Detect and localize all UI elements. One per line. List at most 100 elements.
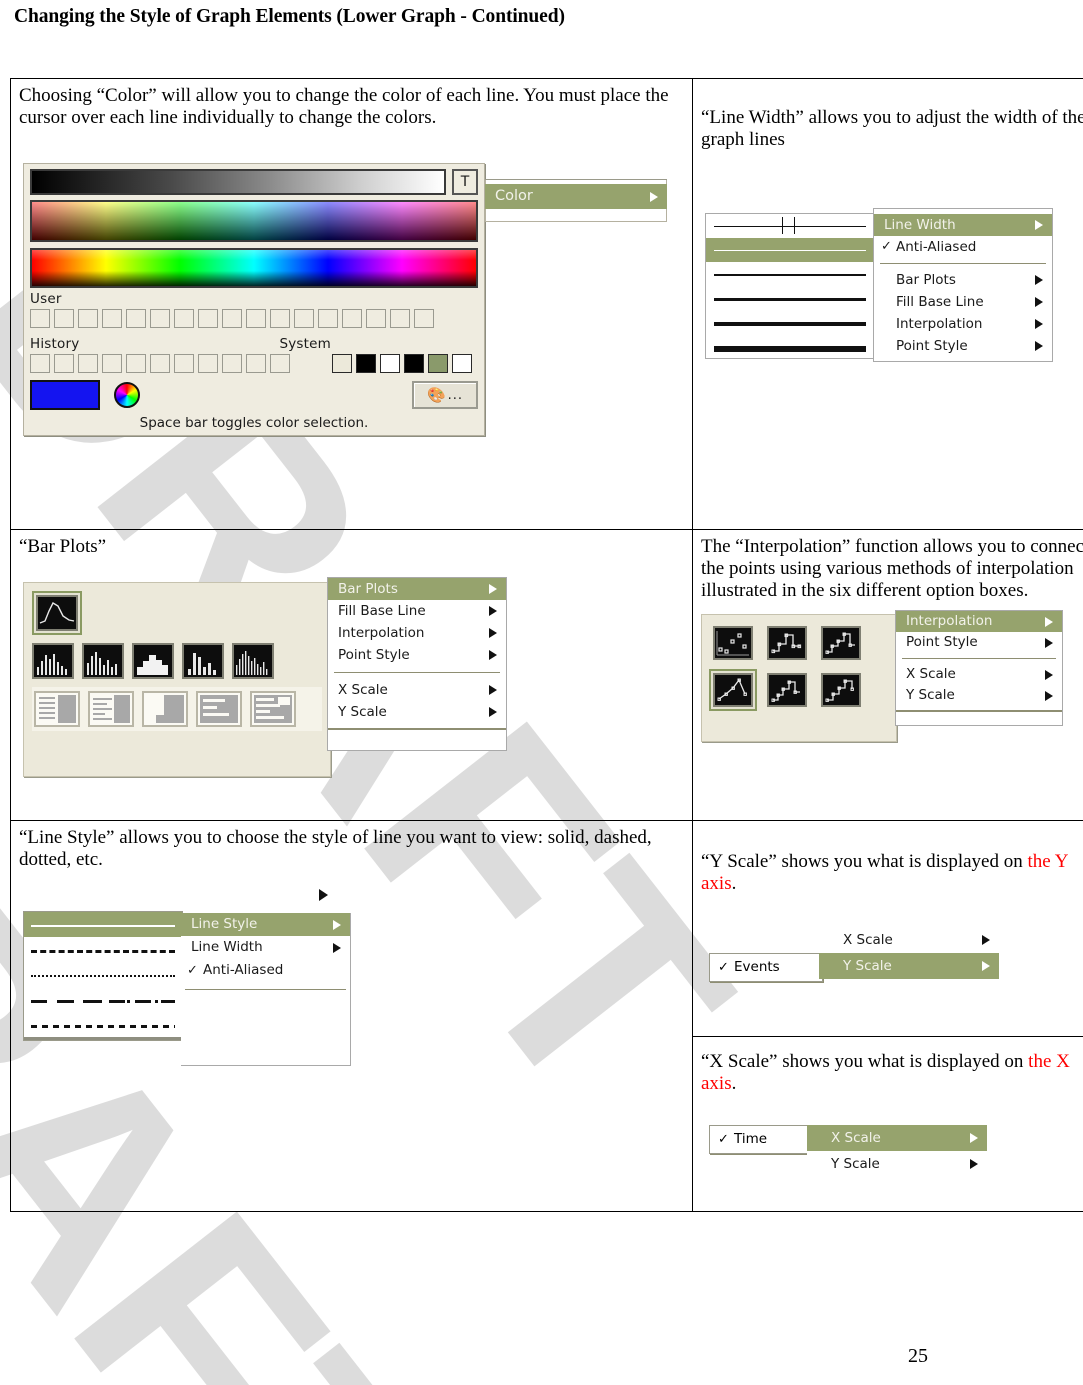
history-swatch[interactable]: [30, 354, 50, 374]
line-width-option[interactable]: [706, 310, 874, 334]
line-style-option-dashed[interactable]: [24, 937, 182, 962]
menu-item-y-scale[interactable]: Y Scale: [328, 701, 506, 723]
line-width-option[interactable]: [706, 334, 874, 358]
history-swatch[interactable]: [174, 354, 194, 374]
user-swatch[interactable]: [366, 309, 386, 329]
more-colors-button[interactable]: 🎨 ...: [412, 381, 478, 410]
history-swatch-row[interactable]: [30, 354, 290, 374]
menu-item-point-style[interactable]: Point Style: [328, 644, 506, 666]
icon-wrapper[interactable]: [709, 622, 757, 664]
hue-gradient-bar[interactable]: [30, 248, 478, 289]
line-width-option[interactable]: [706, 214, 874, 238]
fill-stack-icon[interactable]: [250, 691, 296, 728]
plot-line-icon[interactable]: [36, 595, 78, 632]
user-swatch[interactable]: [414, 309, 434, 329]
bar-plots-icon-palette[interactable]: [23, 582, 331, 778]
current-color-swatch[interactable]: [30, 380, 100, 411]
menu-item-x-scale[interactable]: X Scale: [328, 679, 506, 701]
user-swatch[interactable]: [390, 309, 410, 329]
menu-item-y-scale[interactable]: Y Scale: [819, 953, 999, 980]
system-swatch[interactable]: [404, 354, 424, 374]
grayscale-gradient-bar[interactable]: [30, 169, 446, 196]
menu-item-line-width[interactable]: Line Width: [874, 214, 1052, 237]
user-swatch[interactable]: [30, 309, 50, 329]
menu-item-bar-plots[interactable]: Bar Plots: [874, 269, 1052, 291]
icon-wrapper[interactable]: [763, 669, 811, 711]
history-swatch[interactable]: [150, 354, 170, 374]
icon-wrapper[interactable]: [817, 622, 865, 664]
interp-stair-down-icon[interactable]: [767, 673, 807, 708]
transparent-button[interactable]: T: [452, 169, 478, 196]
events-submenu[interactable]: ✓ Events: [709, 953, 823, 983]
fill-left-icon[interactable]: [34, 691, 80, 728]
menu-item-anti-aliased[interactable]: ✓ Anti-Aliased: [181, 959, 350, 982]
history-swatch[interactable]: [54, 354, 74, 374]
user-swatch-row[interactable]: [30, 309, 478, 329]
menu-item-point-style[interactable]: Point Style: [874, 335, 1052, 357]
bar-filled-icon[interactable]: [132, 643, 174, 680]
icon-wrapper-selected[interactable]: [709, 669, 757, 712]
time-submenu[interactable]: ✓ Time: [709, 1124, 811, 1154]
interp-linear-icon[interactable]: [713, 673, 753, 708]
color-picker-panel[interactable]: T User History System 🎨 ... Space bar to…: [23, 163, 485, 437]
system-swatch[interactable]: [380, 354, 400, 374]
history-swatch[interactable]: [270, 354, 290, 374]
user-swatch[interactable]: [294, 309, 314, 329]
user-swatch[interactable]: [126, 309, 146, 329]
menu-item-x-scale[interactable]: X Scale: [819, 927, 999, 954]
color-wheel-icon[interactable]: [114, 382, 140, 409]
menu-item-interpolation[interactable]: Interpolation: [328, 622, 506, 644]
user-swatch[interactable]: [102, 309, 122, 329]
bar-even-icon[interactable]: [32, 643, 74, 680]
user-swatch[interactable]: [78, 309, 98, 329]
menu-item-bar-plots[interactable]: Bar Plots: [328, 578, 506, 601]
menu-item-fill-base-line[interactable]: Fill Base Line: [874, 291, 1052, 313]
menu-item-line-style[interactable]: Line Style: [181, 913, 350, 937]
history-swatch[interactable]: [246, 354, 266, 374]
menu-item-line-width[interactable]: Line Width: [181, 936, 350, 959]
user-swatch[interactable]: [174, 309, 194, 329]
menu-item-y-scale[interactable]: Y Scale: [896, 685, 1062, 706]
menu-item-events[interactable]: ✓ Events: [710, 954, 822, 981]
saturation-gradient-bar[interactable]: [30, 200, 478, 243]
history-swatch[interactable]: [78, 354, 98, 374]
history-swatch[interactable]: [222, 354, 242, 374]
line-width-option[interactable]: [706, 286, 874, 310]
user-swatch[interactable]: [270, 309, 290, 329]
menu-item-x-scale[interactable]: X Scale: [807, 1124, 987, 1151]
line-width-option-selected[interactable]: [706, 238, 874, 263]
history-swatch[interactable]: [102, 354, 122, 374]
interp-stair-up-icon[interactable]: [821, 673, 861, 708]
user-swatch[interactable]: [222, 309, 242, 329]
interpolation-icon-palette[interactable]: [701, 614, 897, 743]
system-swatch-row[interactable]: [332, 354, 472, 374]
bar-mixed-icon[interactable]: [82, 643, 124, 680]
system-swatch[interactable]: [332, 354, 352, 374]
interp-vstep-icon[interactable]: [821, 626, 861, 661]
fill-right-icon[interactable]: [88, 691, 134, 728]
menu-item-color[interactable]: Color: [485, 184, 667, 210]
menu-item-point-style[interactable]: Point Style: [896, 632, 1062, 653]
user-swatch[interactable]: [150, 309, 170, 329]
user-swatch[interactable]: [342, 309, 362, 329]
menu-item-interpolation[interactable]: Interpolation: [874, 313, 1052, 335]
user-swatch[interactable]: [54, 309, 74, 329]
system-swatch[interactable]: [452, 354, 472, 374]
line-style-option-dotted[interactable]: [24, 962, 182, 987]
line-style-option-dash-dot[interactable]: [24, 987, 182, 1012]
interp-none-icon[interactable]: [713, 626, 753, 661]
user-swatch[interactable]: [246, 309, 266, 329]
menu-item-interpolation[interactable]: Interpolation: [896, 611, 1062, 633]
line-width-option[interactable]: [706, 262, 874, 286]
line-style-preview-list[interactable]: [23, 911, 183, 1042]
icon-wrapper[interactable]: [817, 669, 865, 711]
user-swatch[interactable]: [198, 309, 218, 329]
icon-wrapper-selected[interactable]: [32, 591, 82, 636]
interp-hstep-icon[interactable]: [767, 626, 807, 661]
line-width-preview-list[interactable]: [705, 213, 875, 360]
fill-step-icon[interactable]: [196, 691, 242, 728]
menu-item-x-scale[interactable]: X Scale: [896, 664, 1062, 685]
fill-block-icon[interactable]: [142, 691, 188, 728]
bar-tall-icon[interactable]: [182, 643, 224, 680]
line-style-option-solid[interactable]: [24, 912, 182, 938]
